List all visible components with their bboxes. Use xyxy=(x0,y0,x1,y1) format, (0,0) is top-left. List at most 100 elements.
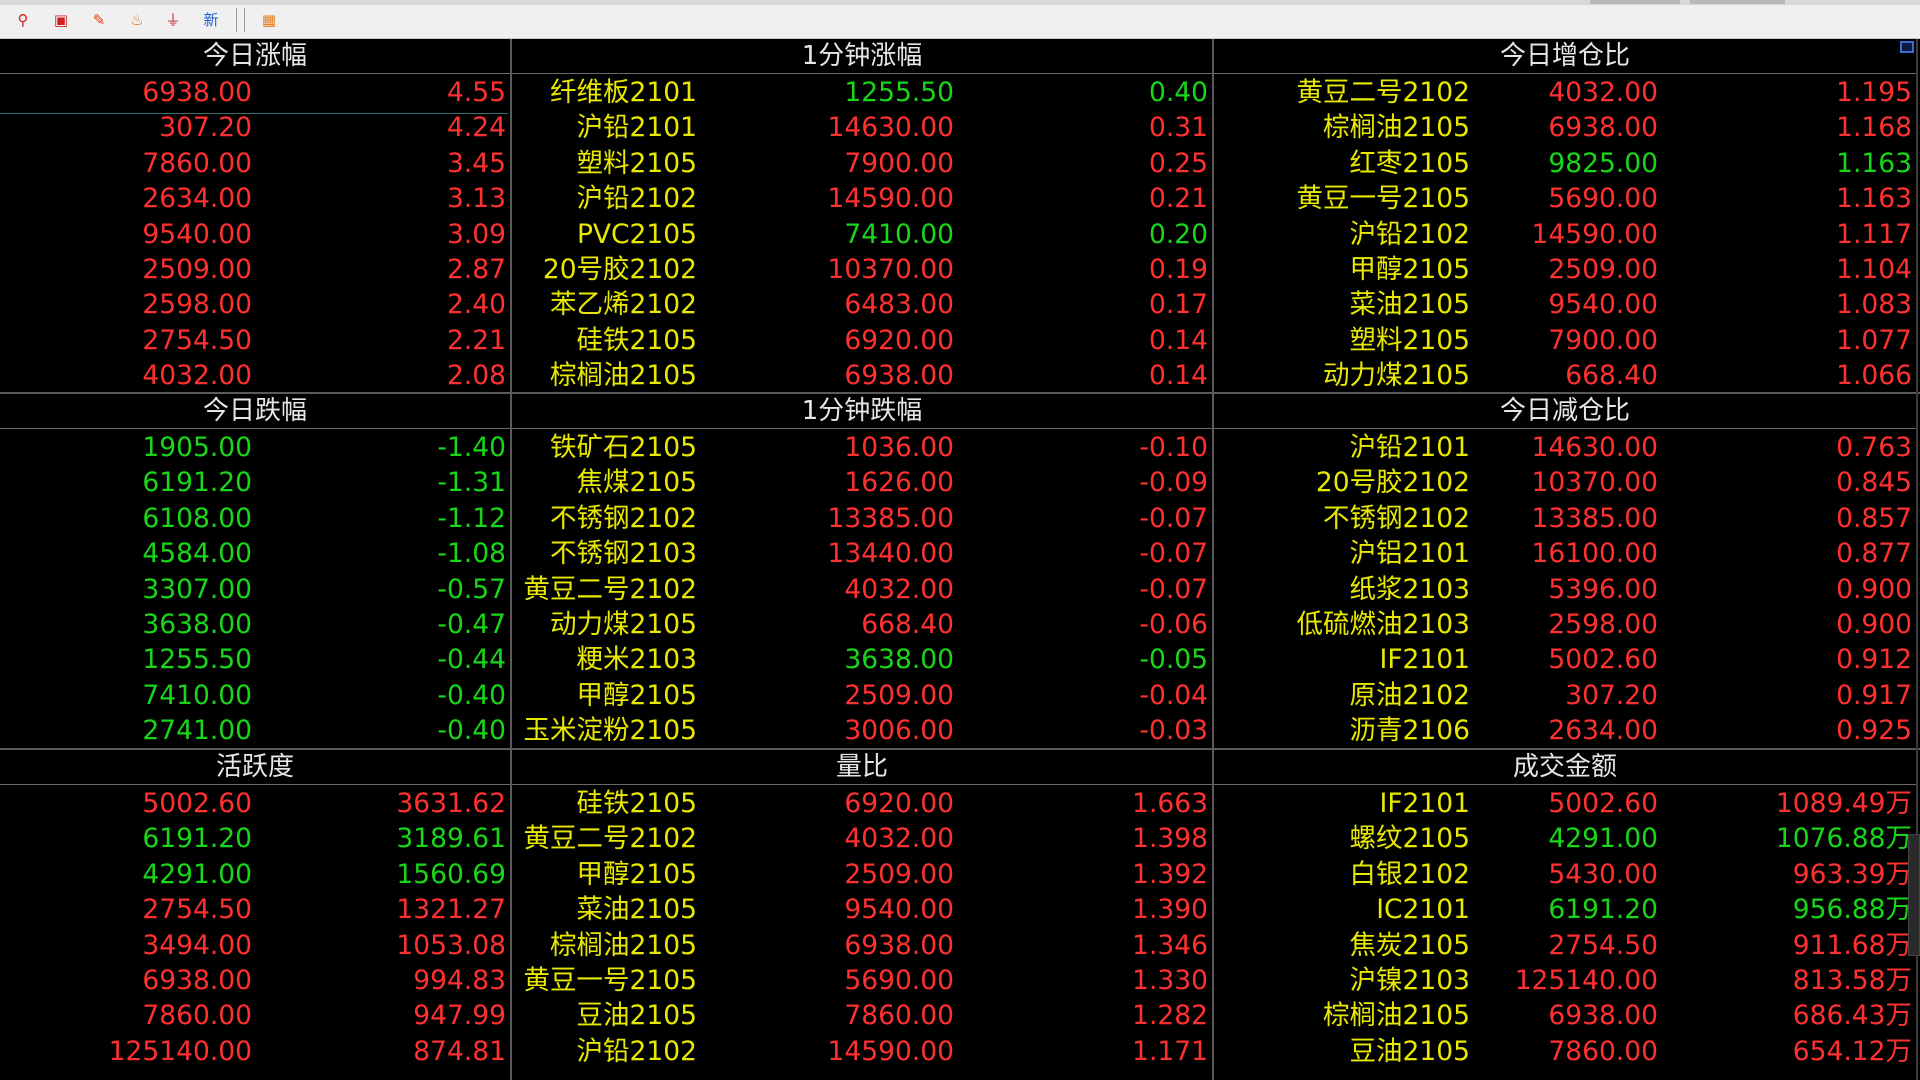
list-item[interactable]: 黄豆二号2102 4032.00 1.398 xyxy=(512,821,1212,856)
list-item[interactable]: 铁矿石2105 1036.00 -0.10 xyxy=(512,430,1212,465)
list-item[interactable]: 沪铅2102 14590.00 0.21 xyxy=(512,181,1212,216)
list-item[interactable]: 6938.00 4.55 xyxy=(0,75,510,110)
list-item[interactable]: 不锈钢2103 13440.00 -0.07 xyxy=(512,536,1212,571)
list-item[interactable]: 甲醇2105 2509.00 -0.04 xyxy=(512,678,1212,713)
list-item[interactable]: 7410.00 -0.40 xyxy=(0,678,510,713)
list-item[interactable]: 纸浆2103 5396.00 0.900 xyxy=(1214,572,1916,607)
list-item[interactable]: 黄豆一号2105 5690.00 1.163 xyxy=(1214,181,1916,216)
panel-oi-increase[interactable]: 今日增仓比 黄豆二号2102 4032.00 1.195 棕榈油2105 6938.00 1… xyxy=(1214,39,1916,392)
list-item[interactable]: 2509.00 2.87 xyxy=(0,252,510,287)
windows-icon[interactable]: ▣ xyxy=(50,9,72,31)
list-item[interactable]: 125140.00 874.81 xyxy=(0,1034,510,1069)
list-item[interactable]: 棕榈油2105 6938.00 1.346 xyxy=(512,928,1212,963)
panel-today-fall[interactable]: 今日跌幅 1905.00 -1.40 6191.20 -1.31 6108.00 -1.12… xyxy=(0,394,510,748)
list-item[interactable]: 2598.00 2.40 xyxy=(0,287,510,322)
panel-title: 今日涨幅 xyxy=(202,41,307,71)
list-item[interactable]: 螺纹2105 4291.00 1076.88万 xyxy=(1214,821,1916,856)
panel-oi-decrease[interactable]: 今日减仓比 沪铅2101 14630.00 0.763 20号胶2102 10370.00… xyxy=(1214,394,1916,748)
list-item[interactable]: 3638.00 -0.47 xyxy=(0,607,510,642)
new-icon[interactable]: 新 xyxy=(200,9,222,31)
list-item[interactable]: 甲醇2105 2509.00 1.104 xyxy=(1214,252,1916,287)
panel-activity[interactable]: 活跃度 5002.60 3631.62 6191.20 3189.61 4291.00 15… xyxy=(0,750,510,1080)
list-item[interactable]: 棕榈油2105 6938.00 1.168 xyxy=(1214,110,1916,145)
list-item[interactable]: 黄豆一号2105 5690.00 1.330 xyxy=(512,963,1212,998)
list-item[interactable]: 甲醇2105 2509.00 1.392 xyxy=(512,857,1212,892)
list-item[interactable]: 6938.00 994.83 xyxy=(0,963,510,998)
list-item[interactable]: 不锈钢2102 13385.00 0.857 xyxy=(1214,501,1916,536)
list-item[interactable]: 豆油2105 7860.00 1.282 xyxy=(512,998,1212,1033)
list-item[interactable]: 307.20 4.24 xyxy=(0,110,510,145)
list-item[interactable]: 菜油2105 9540.00 1.390 xyxy=(512,892,1212,927)
value-cell: -0.09 xyxy=(1139,467,1208,499)
panel-today-rise[interactable]: 今日涨幅 6938.00 4.55 307.20 4.24 7860.00 3.45 2634… xyxy=(0,39,510,392)
list-item[interactable]: 黄豆二号2102 4032.00 1.195 xyxy=(1214,75,1916,110)
maximize-icon[interactable] xyxy=(1900,41,1914,53)
list-item[interactable]: 红枣2105 9825.00 1.163 xyxy=(1214,146,1916,181)
list-item[interactable]: 7860.00 3.45 xyxy=(0,146,510,181)
tab-stub-1[interactable] xyxy=(1590,0,1680,4)
list-item[interactable]: PVC2105 7410.00 0.20 xyxy=(512,217,1212,252)
list-item[interactable]: 低硫燃油2103 2598.00 0.900 xyxy=(1214,607,1916,642)
list-item[interactable]: 2741.00 -0.40 xyxy=(0,713,510,748)
list-item[interactable]: 1905.00 -1.40 xyxy=(0,430,510,465)
list-item[interactable]: 棕榈油2105 6938.00 686.43万 xyxy=(1214,998,1916,1033)
list-item[interactable]: 豆油2105 7860.00 654.12万 xyxy=(1214,1034,1916,1069)
list-item[interactable]: 沪铝2101 16100.00 0.877 xyxy=(1214,536,1916,571)
list-item[interactable]: 2754.50 2.21 xyxy=(0,323,510,358)
scrollbar-thumb[interactable] xyxy=(1908,834,1920,956)
list-item[interactable]: 4291.00 1560.69 xyxy=(0,857,510,892)
list-item[interactable]: 沪铅2101 14630.00 0.31 xyxy=(512,110,1212,145)
list-item[interactable]: 苯乙烯2102 6483.00 0.17 xyxy=(512,287,1212,322)
list-item[interactable]: 硅铁2105 6920.00 0.14 xyxy=(512,323,1212,358)
list-item[interactable]: 塑料2105 7900.00 0.25 xyxy=(512,146,1212,181)
list-item[interactable]: 菜油2105 9540.00 1.083 xyxy=(1214,287,1916,322)
list-item[interactable]: IF2101 5002.60 0.912 xyxy=(1214,642,1916,677)
list-item[interactable]: 4584.00 -1.08 xyxy=(0,536,510,571)
funnel-icon[interactable]: ⏚ xyxy=(162,9,184,31)
panel-minute-fall[interactable]: 1分钟跌幅 铁矿石2105 1036.00 -0.10 焦煤2105 1626.00 -0.… xyxy=(512,394,1212,748)
list-item[interactable]: 动力煤2105 668.40 -0.06 xyxy=(512,607,1212,642)
list-item[interactable]: 3307.00 -0.57 xyxy=(0,572,510,607)
panel-volume-ratio[interactable]: 量比 硅铁2105 6920.00 1.663 黄豆二号2102 4032.00 1.398… xyxy=(512,750,1212,1080)
list-item[interactable]: 棕榈油2105 6938.00 0.14 xyxy=(512,358,1212,392)
pencil-icon[interactable]: ✎ xyxy=(88,9,110,31)
list-item[interactable]: 沪铅2102 14590.00 1.171 xyxy=(512,1034,1212,1069)
search-icon[interactable]: ⚲ xyxy=(12,9,34,31)
list-item[interactable]: 20号胶2102 10370.00 0.845 xyxy=(1214,465,1916,500)
list-item[interactable]: 纤维板2101 1255.50 0.40 xyxy=(512,75,1212,110)
panel-minute-rise[interactable]: 1分钟涨幅 纤维板2101 1255.50 0.40 沪铅2101 14630.00 0.3… xyxy=(512,39,1212,392)
list-item[interactable]: 2634.00 3.13 xyxy=(0,181,510,216)
list-item[interactable]: 原油2102 307.20 0.917 xyxy=(1214,678,1916,713)
list-item[interactable]: 9540.00 3.09 xyxy=(0,217,510,252)
list-item[interactable]: IF2101 5002.60 1089.49万 xyxy=(1214,786,1916,821)
flame-icon[interactable]: ♨ xyxy=(126,9,148,31)
list-item[interactable]: 6191.20 3189.61 xyxy=(0,821,510,856)
list-item[interactable]: 白银2102 5430.00 963.39万 xyxy=(1214,857,1916,892)
list-item[interactable]: 沪镍2103 125140.00 813.58万 xyxy=(1214,963,1916,998)
list-item[interactable]: IC2101 6191.20 956.88万 xyxy=(1214,892,1916,927)
list-item[interactable]: 焦煤2105 1626.00 -0.09 xyxy=(512,465,1212,500)
list-item[interactable]: 硅铁2105 6920.00 1.663 xyxy=(512,786,1212,821)
list-item[interactable]: 黄豆二号2102 4032.00 -0.07 xyxy=(512,572,1212,607)
list-item[interactable]: 5002.60 3631.62 xyxy=(0,786,510,821)
list-item[interactable]: 20号胶2102 10370.00 0.19 xyxy=(512,252,1212,287)
list-item[interactable]: 沥青2106 2634.00 0.925 xyxy=(1214,713,1916,748)
panel-turnover[interactable]: 成交金额 IF2101 5002.60 1089.49万 螺纹2105 4291.00 10… xyxy=(1214,750,1916,1080)
list-item[interactable]: 焦炭2105 2754.50 911.68万 xyxy=(1214,928,1916,963)
list-item[interactable]: 沪铅2102 14590.00 1.117 xyxy=(1214,217,1916,252)
calendar-icon[interactable]: ▦ xyxy=(258,9,280,31)
list-item[interactable]: 7860.00 947.99 xyxy=(0,998,510,1033)
list-item[interactable]: 3494.00 1053.08 xyxy=(0,928,510,963)
list-item[interactable]: 粳米2103 3638.00 -0.05 xyxy=(512,642,1212,677)
list-item[interactable]: 4032.00 2.08 xyxy=(0,358,510,392)
list-item[interactable]: 不锈钢2102 13385.00 -0.07 xyxy=(512,501,1212,536)
list-item[interactable]: 2754.50 1321.27 xyxy=(0,892,510,927)
list-item[interactable]: 塑料2105 7900.00 1.077 xyxy=(1214,323,1916,358)
list-item[interactable]: 1255.50 -0.44 xyxy=(0,642,510,677)
list-item[interactable]: 玉米淀粉2105 3006.00 -0.03 xyxy=(512,713,1212,748)
list-item[interactable]: 6108.00 -1.12 xyxy=(0,501,510,536)
list-item[interactable]: 动力煤2105 668.40 1.066 xyxy=(1214,358,1916,392)
tab-stub-2[interactable] xyxy=(1690,0,1785,4)
list-item[interactable]: 6191.20 -1.31 xyxy=(0,465,510,500)
list-item[interactable]: 沪铅2101 14630.00 0.763 xyxy=(1214,430,1916,465)
